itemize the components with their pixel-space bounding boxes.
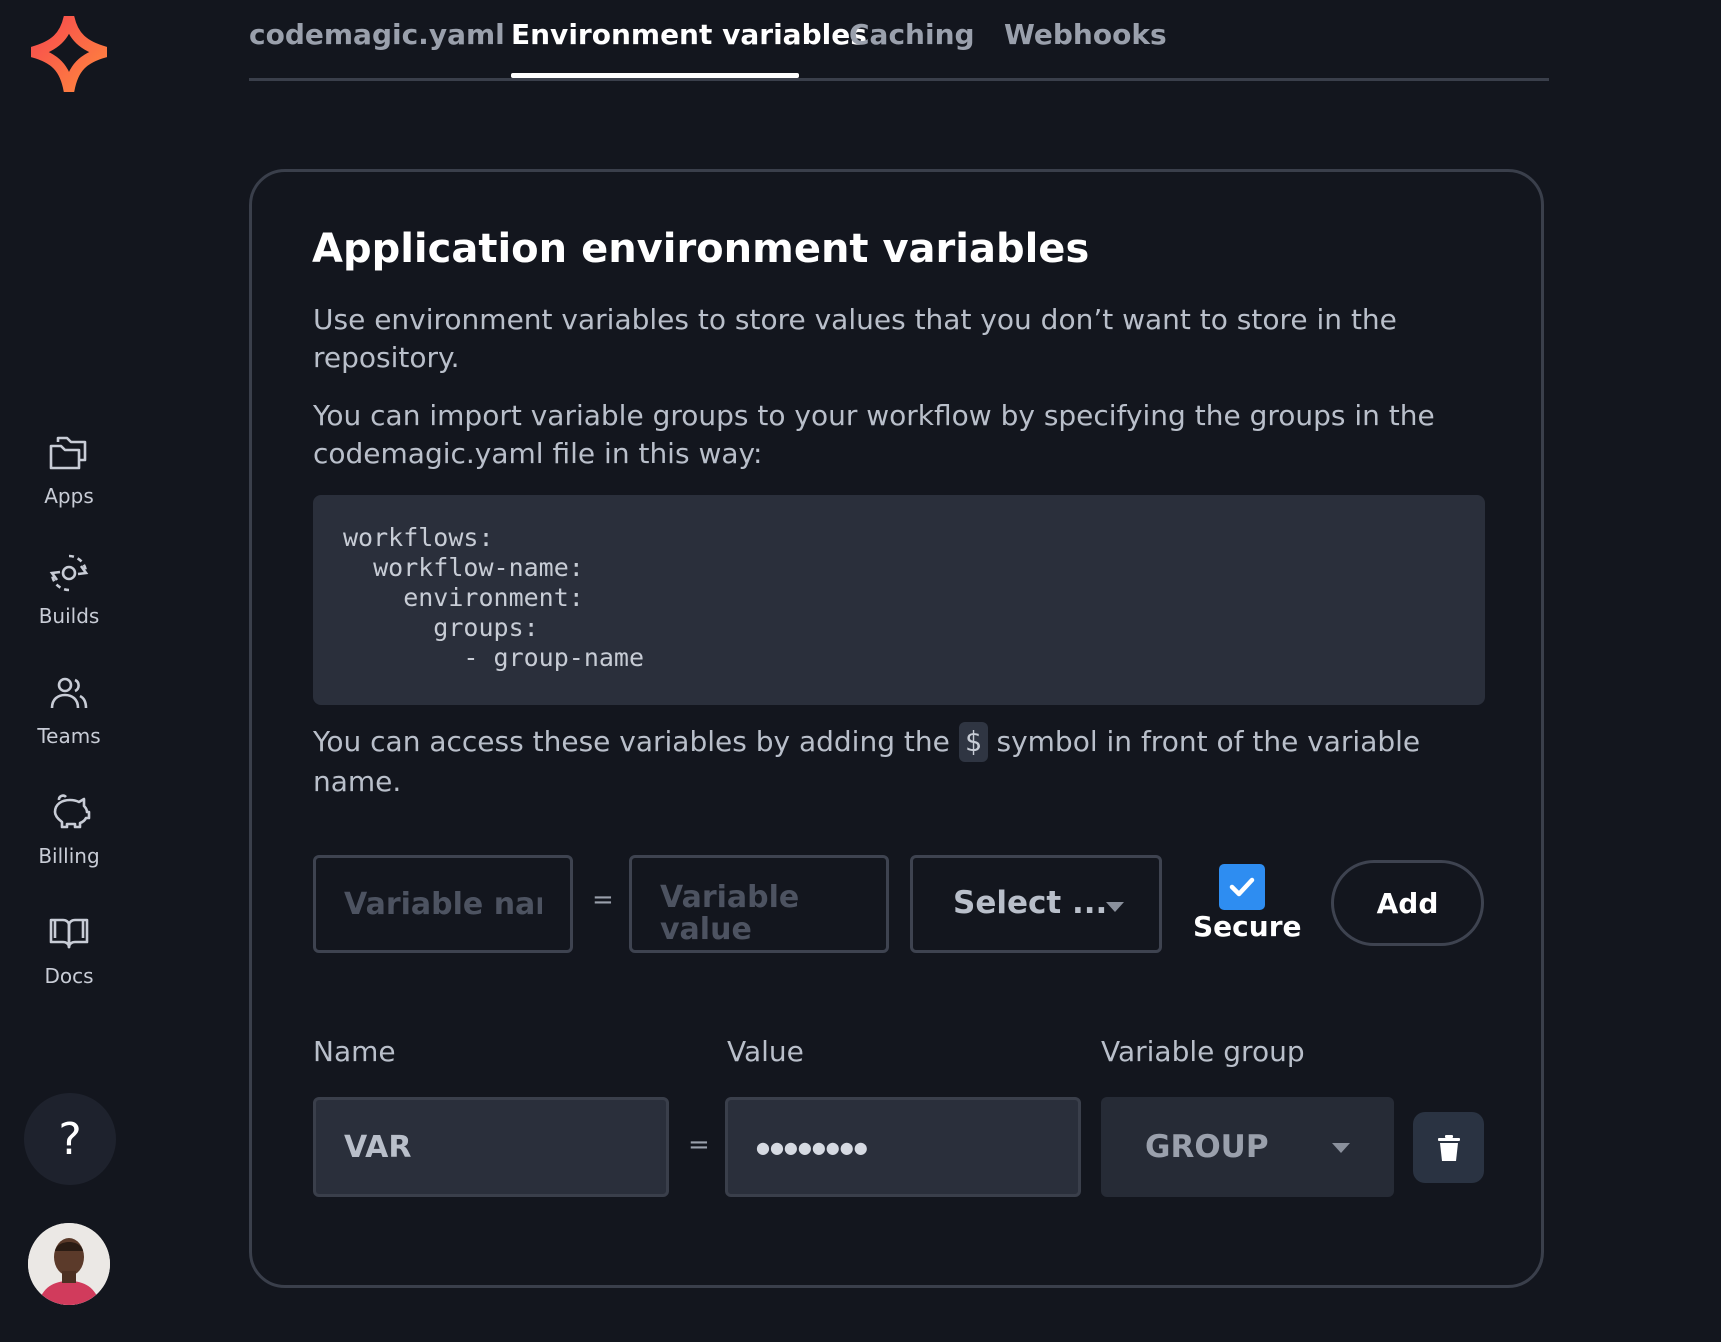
piggy-bank-icon — [53, 794, 91, 829]
sidebar-item-builds[interactable]: Builds — [14, 550, 124, 628]
sidebar-item-docs[interactable]: Docs — [14, 910, 124, 988]
tab-environment-variables[interactable]: Environment variables — [511, 18, 867, 51]
book-icon — [49, 918, 89, 949]
sidebar-item-apps[interactable]: Apps — [14, 430, 124, 508]
variable-group-select[interactable]: Select ... — [910, 855, 1162, 953]
gear-refresh-icon — [49, 554, 89, 592]
sidebar-item-label: Builds — [38, 604, 100, 628]
row-name-value: VAR — [344, 1130, 412, 1165]
select-label: Select ... — [953, 885, 1108, 921]
chevron-down-icon — [1106, 902, 1124, 912]
sidebar: Apps Builds Teams Billing Docs ? — [0, 0, 138, 1342]
trash-icon — [1437, 1134, 1460, 1161]
row-group-value: GROUP — [1145, 1129, 1269, 1165]
tab-bar: codemagic.yaml Environment variables Cac… — [249, 0, 1549, 81]
users-icon — [50, 677, 88, 709]
avatar[interactable] — [28, 1223, 110, 1305]
sidebar-item-label: Docs — [44, 964, 94, 988]
tab-webhooks[interactable]: Webhooks — [1004, 18, 1167, 51]
code-snippet: workflows: workflow-name: environment: g… — [343, 523, 645, 672]
column-header-name: Name — [313, 1035, 396, 1068]
variable-name-input[interactable] — [316, 858, 570, 950]
row-value-field[interactable]: ●●●●●●●● — [725, 1097, 1081, 1197]
row-name-field[interactable]: VAR — [313, 1097, 669, 1197]
folders-icon — [49, 436, 87, 470]
secure-label: Secure — [1193, 910, 1302, 943]
tab-caching[interactable]: Caching — [849, 18, 975, 51]
variable-value-field[interactable]: Variable value — [629, 855, 889, 953]
delete-variable-button[interactable] — [1413, 1112, 1484, 1183]
tab-codemagic-yaml[interactable]: codemagic.yaml — [249, 18, 505, 51]
chevron-down-icon — [1332, 1143, 1350, 1153]
sidebar-item-label: Teams — [37, 724, 101, 748]
variable-value-placeholder: Variable value — [660, 880, 800, 947]
equals-sign: = — [592, 885, 614, 915]
row-group-select[interactable]: GROUP — [1101, 1097, 1394, 1197]
row-equals-sign: = — [688, 1130, 710, 1160]
column-header-group: Variable group — [1101, 1035, 1305, 1068]
secure-checkbox[interactable] — [1219, 864, 1265, 910]
column-header-value: Value — [727, 1035, 804, 1068]
row-masked-value: ●●●●●●●● — [756, 1138, 868, 1157]
access-variables-paragraph: You can access these variables by adding… — [313, 722, 1493, 802]
sidebar-item-label: Apps — [44, 484, 94, 508]
active-tab-indicator — [511, 73, 799, 78]
add-button[interactable]: Add — [1331, 860, 1484, 946]
variable-name-field[interactable] — [313, 855, 573, 953]
user-avatar-icon — [28, 1223, 110, 1305]
intro-paragraph: Use environment variables to store value… — [313, 303, 1397, 374]
sidebar-item-billing[interactable]: Billing — [14, 790, 124, 868]
access-text-before: You can access these variables by adding… — [313, 725, 950, 758]
sidebar-item-teams[interactable]: Teams — [14, 670, 124, 748]
card-title: Application environment variables — [312, 226, 1090, 272]
sidebar-item-label: Billing — [38, 844, 100, 868]
help-button[interactable]: ? — [24, 1093, 116, 1185]
code-example: workflows: workflow-name: environment: g… — [313, 495, 1485, 705]
help-icon: ? — [58, 1113, 82, 1165]
codemagic-logo[interactable] — [27, 12, 111, 96]
dollar-symbol: $ — [958, 722, 988, 762]
import-groups-paragraph: You can import variable groups to your w… — [313, 399, 1435, 470]
checkmark-icon — [1229, 877, 1255, 897]
